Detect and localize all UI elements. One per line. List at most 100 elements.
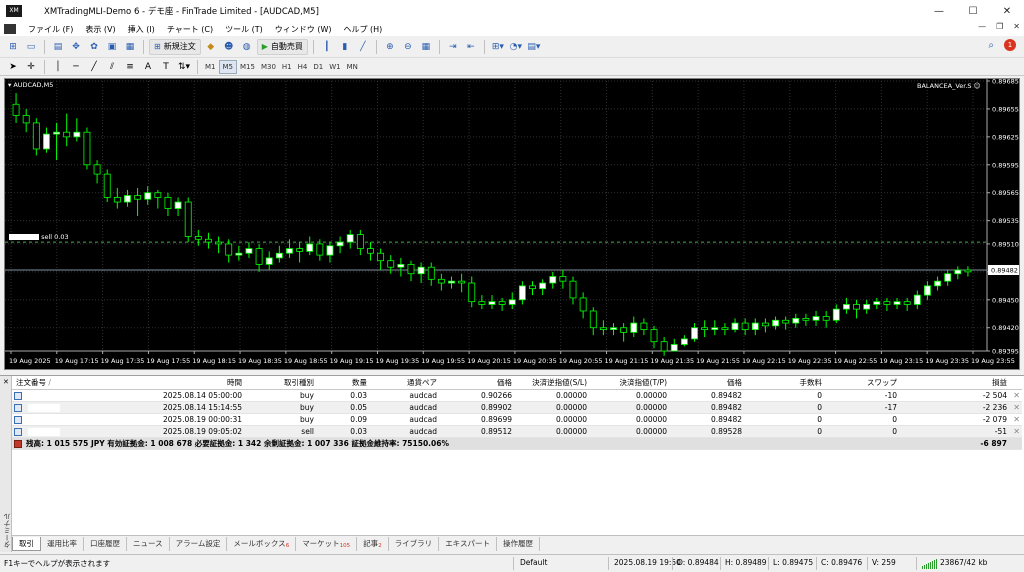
timeframe-h1[interactable]: H1 [279, 60, 295, 74]
tab-4[interactable]: アラーム設定 [170, 536, 228, 551]
auto-scroll-icon[interactable]: ⇥ [445, 39, 461, 55]
timeframe-m1[interactable]: M1 [202, 60, 219, 74]
mdi-minimize-button[interactable]: — [978, 22, 986, 31]
new-chart-icon[interactable]: ⊞ [5, 39, 21, 55]
chart-shift-icon[interactable]: ⇤ [463, 39, 479, 55]
tab-6[interactable]: マーケット105 [296, 536, 358, 551]
cursor-icon[interactable]: ➤ [5, 59, 21, 75]
autotrade-button[interactable]: ▶ 自動売買 [256, 38, 308, 55]
indicators-icon[interactable]: ⊞▾ [490, 39, 506, 55]
tab-10[interactable]: 操作履歴 [497, 536, 540, 551]
arrows-icon[interactable]: ⇅▾ [176, 59, 192, 75]
col-price[interactable]: 価格 [442, 376, 512, 390]
table-row[interactable]: 2025.08.19 09:05:02 sell 0.03 audcad 0.89512… [12, 426, 1022, 438]
tab-1[interactable]: 運用比率 [41, 536, 84, 551]
minimize-button[interactable]: — [922, 0, 956, 22]
zoom-in-icon[interactable]: ⊕ [382, 39, 398, 55]
table-row[interactable]: 2025.08.19 00:00:31 buy 0.09 audcad 0.89699 0… [12, 414, 1022, 426]
menu-charts[interactable]: チャート (C) [161, 24, 219, 35]
crosshair-icon[interactable]: ✛ [23, 59, 39, 75]
tab-8[interactable]: ライブラリ [389, 536, 440, 551]
trendline-icon[interactable]: ╱ [86, 59, 102, 75]
timeframe-d1[interactable]: D1 [310, 60, 326, 74]
col-type[interactable]: 取引種別 [252, 376, 314, 390]
line-chart-icon[interactable]: ╱ [355, 39, 371, 55]
col-swap[interactable]: スワップ [827, 376, 897, 390]
candlestick-chart-icon[interactable]: ▮ [337, 39, 353, 55]
navigator-icon[interactable]: ✿ [86, 39, 102, 55]
market-watch-icon[interactable]: ▤ [50, 39, 66, 55]
table-row[interactable]: 2025.08.14 05:00:00 buy 0.03 audcad 0.90266 0… [12, 390, 1022, 402]
mdi-restore-button[interactable]: ❐ [996, 22, 1003, 31]
candle-body [964, 269, 972, 273]
menu-help[interactable]: ヘルプ (H) [337, 24, 388, 35]
channel-icon[interactable]: ⫽ [104, 59, 120, 75]
text-label-icon[interactable]: T [158, 59, 174, 75]
candlestick-chart[interactable]: 19 Aug 2025 19 Aug 17:15 19 Aug 17:35 19 Au… [5, 79, 1019, 369]
menu-window[interactable]: ウィンドウ (W) [269, 24, 338, 35]
signals-icon[interactable]: ☻ [221, 39, 237, 55]
col-symbol[interactable]: 通貨ペア [372, 376, 437, 390]
col-profit[interactable]: 損益 [902, 376, 1007, 390]
market-icon[interactable]: ◆ [203, 39, 219, 55]
mdi-close-button[interactable]: ✕ [1013, 22, 1020, 31]
price-chart[interactable]: 19 Aug 2025 19 Aug 17:15 19 Aug 17:35 19 Au… [4, 78, 1020, 370]
tile-windows-icon[interactable]: ▦ [418, 39, 434, 55]
bar-chart-icon[interactable]: ┃ [319, 39, 335, 55]
strategy-tester-icon[interactable]: ▦ [122, 39, 138, 55]
cell-symbol: audcad [409, 391, 437, 400]
timeframe-m15[interactable]: M15 [237, 60, 258, 74]
search-icon[interactable]: ⌕ [988, 40, 994, 51]
vertical-line-icon[interactable]: │ [50, 59, 66, 75]
tab-0[interactable]: 取引 [12, 536, 41, 551]
maximize-button[interactable]: ☐ [956, 0, 990, 22]
templates-icon[interactable]: ▤▾ [526, 39, 542, 55]
data-window-icon[interactable]: ✥ [68, 39, 84, 55]
vps-icon[interactable]: ◍ [239, 39, 255, 55]
timeframe-mn[interactable]: MN [344, 60, 361, 74]
tab-5[interactable]: メールボックス6 [227, 536, 297, 551]
timeframe-m30[interactable]: M30 [258, 60, 279, 74]
tab-3[interactable]: ニュース [127, 536, 170, 551]
close-order-icon[interactable]: ✕ [1013, 426, 1020, 438]
zoom-out-icon[interactable]: ⊖ [400, 39, 416, 55]
tab-2[interactable]: 口座履歴 [84, 536, 127, 551]
horizontal-line-icon[interactable]: ─ [68, 59, 84, 75]
col-tp[interactable]: 決済指値(T/P) [592, 376, 667, 390]
tab-7[interactable]: 記事2 [357, 536, 389, 551]
fibonacci-icon[interactable]: ≡ [122, 59, 138, 75]
col-volume[interactable]: 数量 [317, 376, 367, 390]
tab-9[interactable]: エキスパート [439, 536, 497, 551]
candle-body [761, 322, 769, 327]
col-ticket[interactable]: 注文番号 / [16, 376, 76, 390]
terminal-icon[interactable]: ▣ [104, 39, 120, 55]
terminal-close-button[interactable]: ✕ [3, 378, 9, 386]
total-profit: -6 897 [980, 439, 1007, 448]
timeframe-h4[interactable]: H4 [295, 60, 311, 74]
col-sl[interactable]: 決済逆指値(S/L) [517, 376, 587, 390]
col-commission[interactable]: 手数料 [747, 376, 823, 390]
menu-view[interactable]: 表示 (V) [79, 24, 121, 35]
notification-badge[interactable]: 1 [1004, 39, 1016, 51]
menu-insert[interactable]: 挿入 (I) [122, 24, 161, 35]
profile-name[interactable]: Default [520, 558, 547, 567]
chart-window-icon[interactable] [4, 24, 16, 34]
close-order-icon[interactable]: ✕ [1013, 390, 1020, 402]
table-row[interactable]: 2025.08.14 15:14:55 buy 0.05 audcad 0.89902 0… [12, 402, 1022, 414]
timeframe-m5[interactable]: M5 [218, 59, 237, 74]
menu-file[interactable]: ファイル (F) [22, 24, 79, 35]
new-order-button[interactable]: ⊞ 新規注文 [149, 38, 201, 55]
timeframe-w1[interactable]: W1 [326, 60, 343, 74]
profiles-icon[interactable]: ▭ [23, 39, 39, 55]
col-cur-price[interactable]: 価格 [672, 376, 742, 390]
menu-tools[interactable]: ツール (T) [219, 24, 269, 35]
candle-body [772, 319, 779, 327]
close-button[interactable]: ✕ [990, 0, 1024, 22]
close-order-icon[interactable]: ✕ [1013, 402, 1020, 414]
cell-symbol: audcad [409, 403, 437, 412]
close-order-icon[interactable]: ✕ [1013, 414, 1020, 426]
periods-icon[interactable]: ◔▾ [508, 39, 524, 55]
col-time[interactable]: 時間 [162, 376, 242, 390]
text-icon[interactable]: A [140, 59, 156, 75]
candle-body [93, 164, 101, 175]
